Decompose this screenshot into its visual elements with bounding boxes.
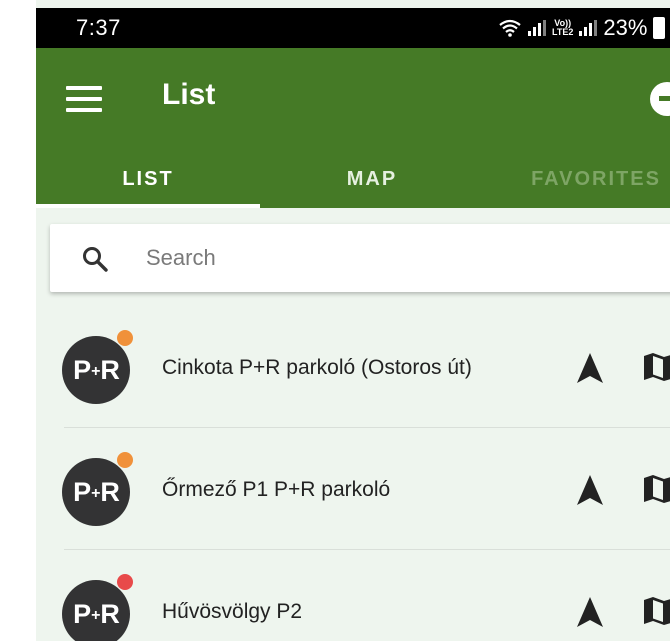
search-icon [83, 247, 108, 272]
navigation-arrow-icon[interactable] [576, 474, 604, 506]
list-item[interactable]: P + R Hűvösvölgy P2 [36, 550, 670, 641]
logo-plus: + [91, 363, 100, 380]
parking-name: Cinkota P+R parkoló (Ostoros út) [162, 356, 472, 379]
occupancy-status-dot [117, 574, 133, 590]
tab-favorites[interactable]: FAVORITES [484, 150, 670, 208]
wifi-icon [499, 19, 521, 37]
signal-strength-2-icon [579, 20, 598, 36]
logo-letter-p: P [73, 476, 91, 507]
signal-strength-icon [528, 20, 546, 36]
logo-letter-r: R [100, 354, 119, 385]
tab-map[interactable]: MAP [260, 150, 484, 208]
occupancy-status-dot [117, 452, 133, 468]
volte-badge: Vo)) LTE2 [552, 19, 573, 37]
map-icon[interactable] [642, 596, 670, 626]
logo-letter-r: R [100, 598, 119, 629]
page-title: List [162, 78, 216, 111]
app-bar: List LIST MAP FAVORITES [36, 48, 670, 208]
navigation-arrow-icon[interactable] [576, 352, 604, 384]
battery-percent: 23% [603, 15, 648, 40]
search-bar[interactable] [50, 224, 670, 292]
account-circle-icon[interactable] [650, 82, 670, 116]
map-icon[interactable] [642, 474, 670, 504]
app-frame: 7:37 Vo)) LTE2 23% List LIST MAP FAVORIT… [36, 0, 670, 641]
list-item[interactable]: P + R Cinkota P+R parkoló (Ostoros út) [36, 306, 670, 428]
tab-list[interactable]: LIST [36, 150, 260, 208]
occupancy-status-dot [117, 330, 133, 346]
park-and-ride-logo: P + R [62, 458, 130, 526]
park-and-ride-logo: P + R [62, 580, 130, 641]
logo-plus: + [91, 607, 100, 624]
map-icon[interactable] [642, 352, 670, 382]
volte-badge-line2: LTE2 [552, 27, 574, 37]
status-icons: Vo)) LTE2 23% [498, 15, 666, 41]
logo-letter-p: P [73, 598, 91, 629]
hamburger-menu-icon[interactable] [66, 86, 102, 112]
logo-letter-r: R [100, 476, 119, 507]
status-time: 7:37 [76, 15, 121, 40]
navigation-arrow-icon[interactable] [576, 596, 604, 628]
parking-name: Hűvösvölgy P2 [162, 600, 303, 623]
logo-letter-p: P [73, 354, 91, 385]
park-and-ride-logo: P + R [62, 336, 130, 404]
battery-icon [653, 17, 666, 39]
parking-name: Őrmező P1 P+R parkoló [162, 478, 391, 501]
search-input[interactable] [146, 240, 646, 276]
logo-plus: + [91, 485, 100, 502]
tab-selected-indicator [36, 204, 260, 208]
tab-bar: LIST MAP FAVORITES [36, 150, 670, 208]
status-bar: 7:37 Vo)) LTE2 23% [36, 8, 670, 48]
list-item[interactable]: P + R Őrmező P1 P+R parkoló [36, 428, 670, 550]
